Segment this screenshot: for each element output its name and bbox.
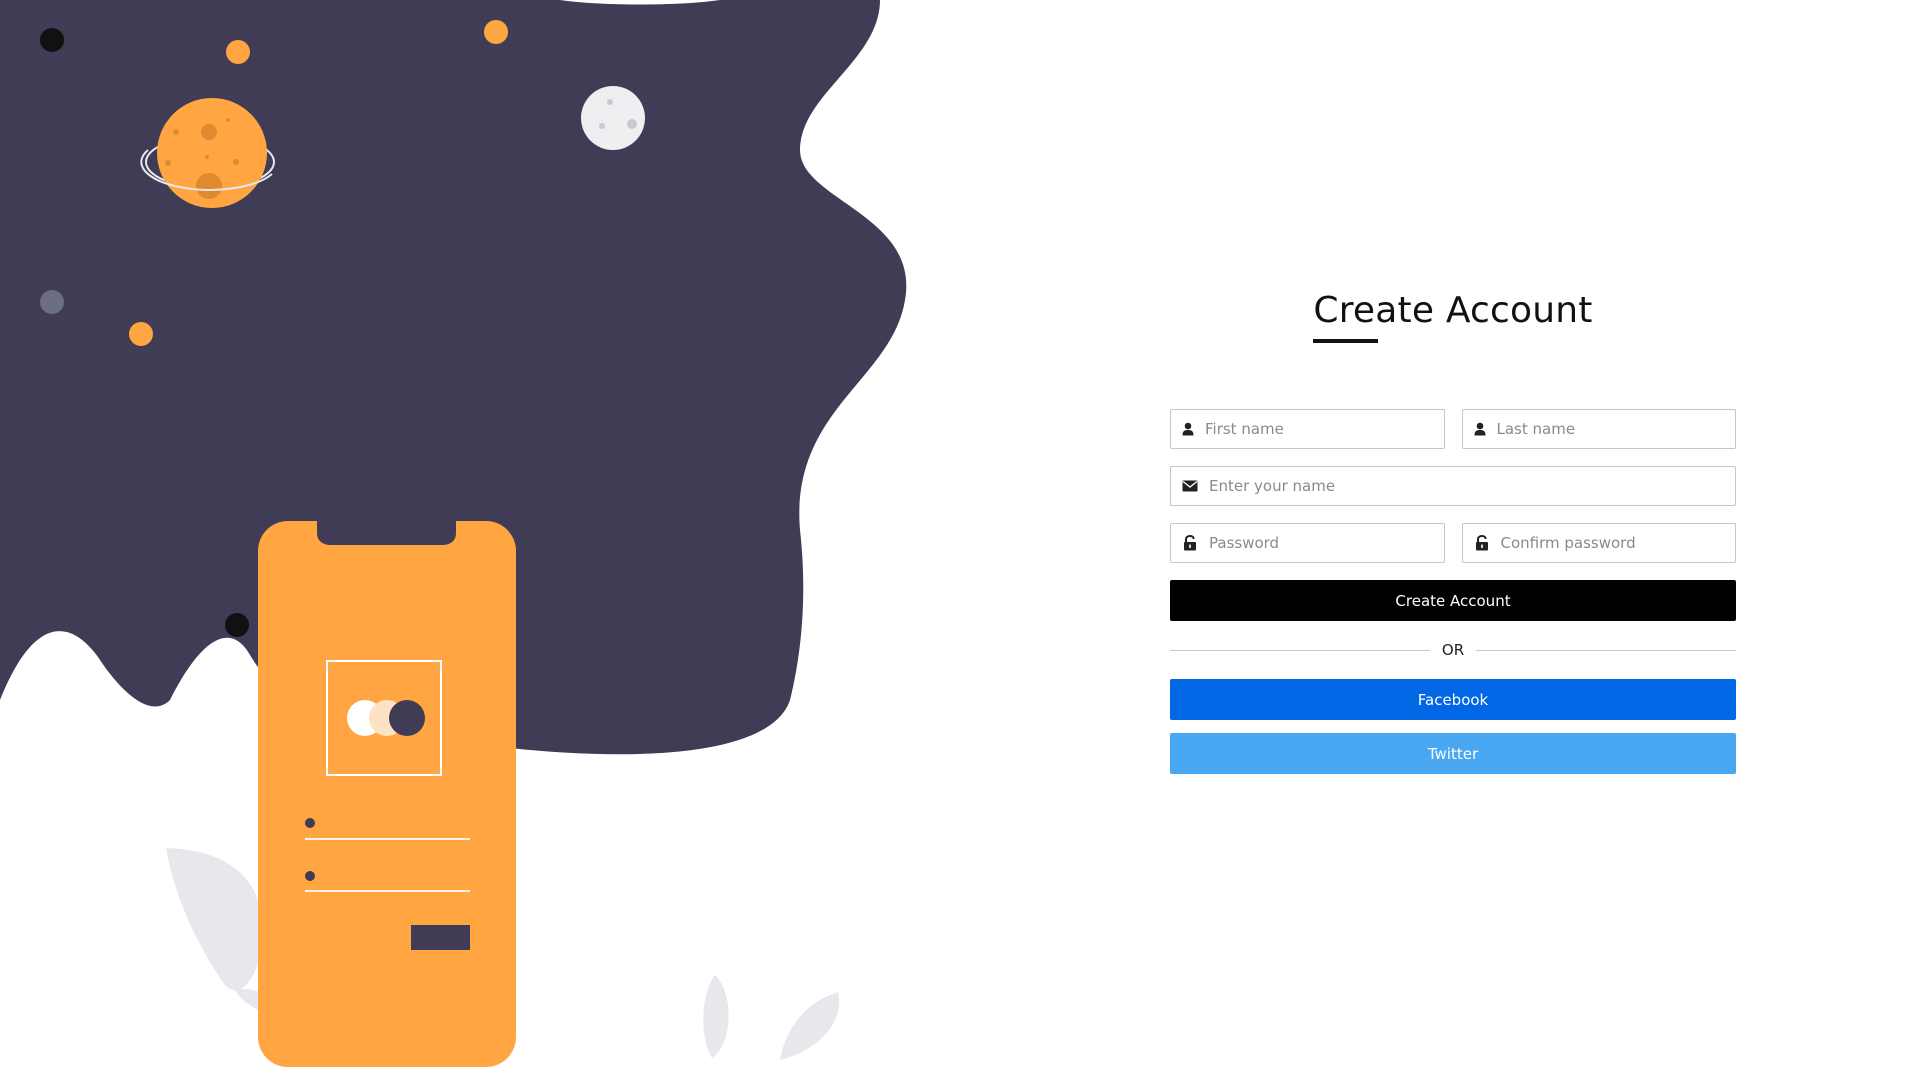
star-dot [129,322,153,346]
facebook-button[interactable]: Facebook [1170,679,1736,720]
password-input[interactable] [1209,524,1444,562]
page-title: Create Account [1313,290,1592,343]
signup-page: Create Account First name Last name Ente… [0,0,1920,1080]
name-row [1170,409,1736,449]
email-input[interactable] [1209,467,1735,505]
first-name-field[interactable] [1170,409,1445,449]
moon-icon [581,86,645,150]
or-label: OR [1441,641,1465,659]
confirm-password-input[interactable] [1500,524,1735,562]
user-icon [1463,422,1497,436]
twitter-button[interactable]: Twitter [1170,733,1736,774]
title-underline [1313,339,1379,343]
last-name-field[interactable] [1461,409,1736,449]
create-account-button[interactable]: Create Account [1170,580,1736,621]
star-dot [226,40,250,64]
password-row [1170,523,1736,563]
last-name-input[interactable] [1496,410,1735,448]
password-field[interactable] [1170,523,1445,563]
user-icon [1171,422,1205,436]
first-name-input[interactable] [1205,410,1444,448]
lock-icon [1463,535,1501,551]
email-row [1170,466,1736,506]
star-dot [484,20,508,44]
star-dot [40,28,64,52]
lock-icon [1171,535,1209,551]
signup-form: Create Account First name Last name Ente… [1170,290,1737,774]
email-field[interactable] [1170,466,1736,506]
envelope-icon [1171,480,1209,492]
phone-illustration [258,521,516,1067]
or-divider: OR [1170,640,1737,660]
confirm-password-field[interactable] [1461,523,1736,563]
star-dot [40,290,64,314]
space-phone-illustration [0,0,907,1067]
divider-line [1170,649,1430,651]
divider-line [1476,649,1737,651]
star-dot [225,613,249,637]
